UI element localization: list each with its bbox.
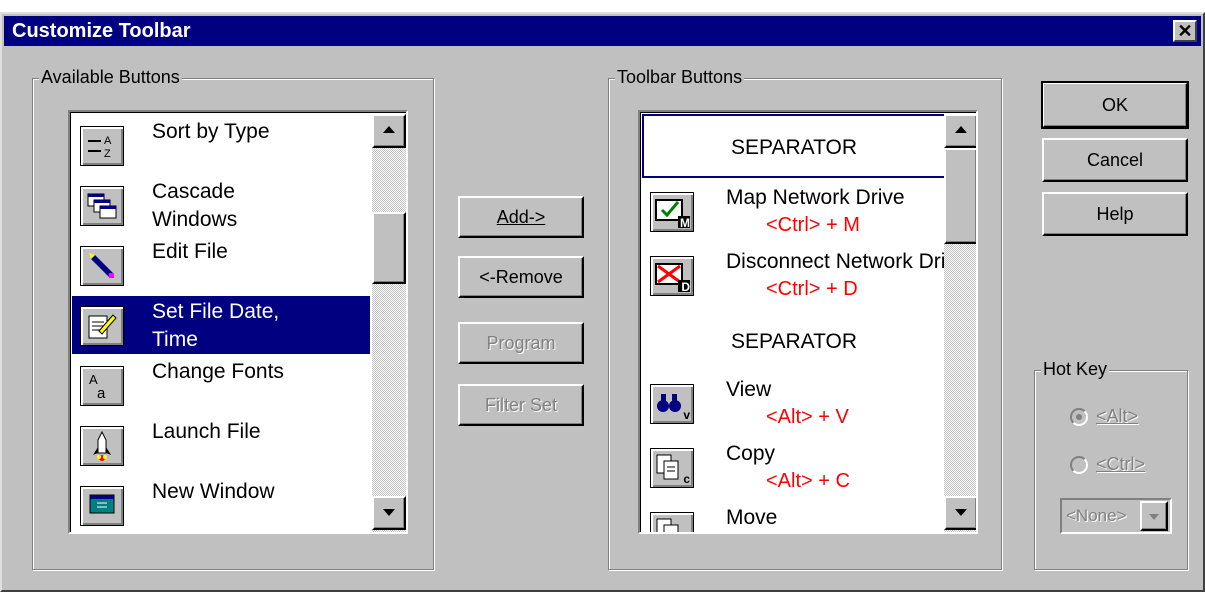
toolbar-item-label: Copy	[726, 442, 776, 465]
hot-key-label: Hot Key	[1041, 359, 1110, 380]
toolbar-item-label: Map Network Drive	[726, 186, 905, 209]
help-button[interactable]: Help	[1042, 192, 1188, 236]
toolbar-item-hotkey: <Ctrl> + M	[766, 214, 860, 236]
available-list-item[interactable]: A Z Sort by Type	[72, 116, 370, 174]
toolbar-list-item[interactable]: Move	[642, 502, 942, 532]
toolbar-scroll-up-button[interactable]	[944, 114, 976, 148]
toolbar-list-item[interactable]: c Copy <Alt> + C	[642, 438, 942, 498]
combo-dropdown-button[interactable]	[1140, 501, 1168, 531]
available-item-label: Cascade Windows	[152, 180, 238, 231]
svg-text:Z: Z	[104, 148, 111, 160]
available-item-label: Edit File	[152, 240, 228, 263]
view-binoculars-icon: v	[650, 384, 694, 424]
edit-file-icon	[80, 246, 124, 286]
available-list-item[interactable]: Aa Change Fonts	[72, 356, 370, 414]
up-arrow-icon	[383, 126, 395, 133]
dialog-title: Customize Toolbar	[12, 20, 191, 42]
ok-button[interactable]: OK	[1041, 81, 1189, 129]
remove-button-label: <-Remove	[479, 267, 563, 287]
ctrl-radio[interactable]	[1070, 456, 1088, 474]
scroll-down-button[interactable]	[372, 496, 406, 530]
down-arrow-icon	[383, 509, 395, 516]
hot-key-combo-value: <None>	[1066, 506, 1127, 525]
hotkey-letter-badge: v	[683, 408, 690, 422]
available-list-item[interactable]: Edit File	[72, 236, 370, 294]
alt-radio-label: <Alt>	[1096, 406, 1139, 426]
toolbar-item-hotkey: <Alt> + V	[766, 406, 849, 428]
toolbar-list-item[interactable]: v View <Alt> + V	[642, 374, 942, 434]
toolbar-item-label: View	[726, 378, 772, 401]
toolbar-list-item[interactable]: M Map Network Drive <Ctrl> + M	[642, 182, 942, 242]
set-file-date-icon	[80, 306, 124, 346]
toolbar-list-scrollbar[interactable]	[944, 114, 976, 532]
toolbar-list-item[interactable]: D Disconnect Network Drive <Ctrl> + D	[642, 246, 946, 306]
cancel-button[interactable]: Cancel	[1042, 138, 1188, 182]
program-button-label: Program	[486, 333, 556, 353]
available-item-label: New Window	[152, 480, 275, 503]
map-network-drive-icon: M	[650, 192, 694, 232]
svg-text:a: a	[97, 385, 106, 401]
alt-radio[interactable]	[1070, 408, 1088, 426]
svg-text:A: A	[104, 135, 112, 147]
scroll-thumb[interactable]	[372, 212, 406, 284]
available-buttons-list[interactable]: A Z Sort by Type Cascade Windows Edit File Se…	[68, 110, 408, 534]
remove-button[interactable]: <-Remove	[458, 256, 584, 298]
ctrl-radio-label: <Ctrl>	[1096, 454, 1146, 474]
down-arrow-icon	[955, 509, 967, 516]
cancel-button-label: Cancel	[1086, 150, 1144, 170]
available-list-item[interactable]: Set File Date, Time	[72, 296, 370, 354]
toolbar-buttons-items: SEPARATOR M Map Network Drive <Ctrl> + M D Di…	[642, 114, 946, 532]
launch-file-icon	[80, 426, 124, 466]
toolbar-scroll-down-button[interactable]	[944, 496, 976, 530]
chevron-down-icon	[1149, 514, 1159, 520]
hotkey-letter-badge: c	[683, 472, 690, 486]
available-list-scrollbar[interactable]	[372, 114, 406, 532]
program-button[interactable]: Program	[458, 322, 584, 364]
available-list-item[interactable]: Cascade Windows	[72, 176, 370, 234]
up-arrow-icon	[955, 126, 967, 133]
hotkey-letter-badge: D	[681, 280, 690, 294]
available-list-item[interactable]: Launch File	[72, 416, 370, 474]
toolbar-scroll-thumb[interactable]	[944, 148, 976, 244]
toolbar-item-hotkey: <Ctrl> + D	[766, 278, 858, 300]
disconnect-network-drive-icon: D	[650, 256, 694, 296]
toolbar-item-hotkey: <Alt> + C	[766, 470, 850, 492]
hot-key-combo[interactable]: <None>	[1060, 498, 1172, 534]
close-button[interactable]: ✕	[1173, 20, 1197, 42]
available-buttons-label: Available Buttons	[39, 67, 182, 88]
filter-set-button[interactable]: Filter Set	[458, 384, 584, 426]
toolbar-item-label: Move	[726, 506, 778, 529]
scroll-up-button[interactable]	[372, 114, 406, 148]
available-item-label: Sort by Type	[152, 120, 270, 143]
toolbar-buttons-label: Toolbar Buttons	[615, 67, 745, 88]
add-button[interactable]: Add->	[458, 196, 584, 238]
available-item-label: Change Fonts	[152, 360, 284, 383]
help-button-label: Help	[1096, 204, 1134, 224]
toolbar-separator-item[interactable]: SEPARATOR	[642, 310, 946, 374]
available-list-item[interactable]: New Window	[72, 476, 370, 532]
available-item-label: Launch File	[152, 420, 261, 443]
cascade-windows-icon	[80, 186, 124, 226]
title-bar[interactable]: Customize Toolbar ✕	[4, 16, 1201, 46]
change-fonts-icon: Aa	[80, 366, 124, 406]
copy-icon: c	[650, 448, 694, 488]
toolbar-separator-item[interactable]: SEPARATOR	[642, 114, 946, 178]
toolbar-item-label: Disconnect Network Drive	[726, 250, 946, 273]
sort-by-type-icon: AZ	[80, 126, 124, 166]
add-button-label: Add->	[496, 207, 546, 227]
toolbar-buttons-list[interactable]: SEPARATOR M Map Network Drive <Ctrl> + M D Di…	[638, 110, 978, 534]
new-window-icon	[80, 486, 124, 526]
customize-toolbar-dialog: Customize Toolbar ✕ Available Buttons AZ…	[0, 12, 1205, 592]
move-icon	[650, 512, 694, 532]
ok-button-label: OK	[1101, 95, 1128, 115]
radio-dot-icon	[1076, 414, 1082, 420]
hotkey-letter-badge: M	[680, 216, 690, 230]
available-item-label: Set File Date, Time	[152, 300, 280, 351]
filter-set-button-label: Filter Set	[484, 395, 558, 415]
